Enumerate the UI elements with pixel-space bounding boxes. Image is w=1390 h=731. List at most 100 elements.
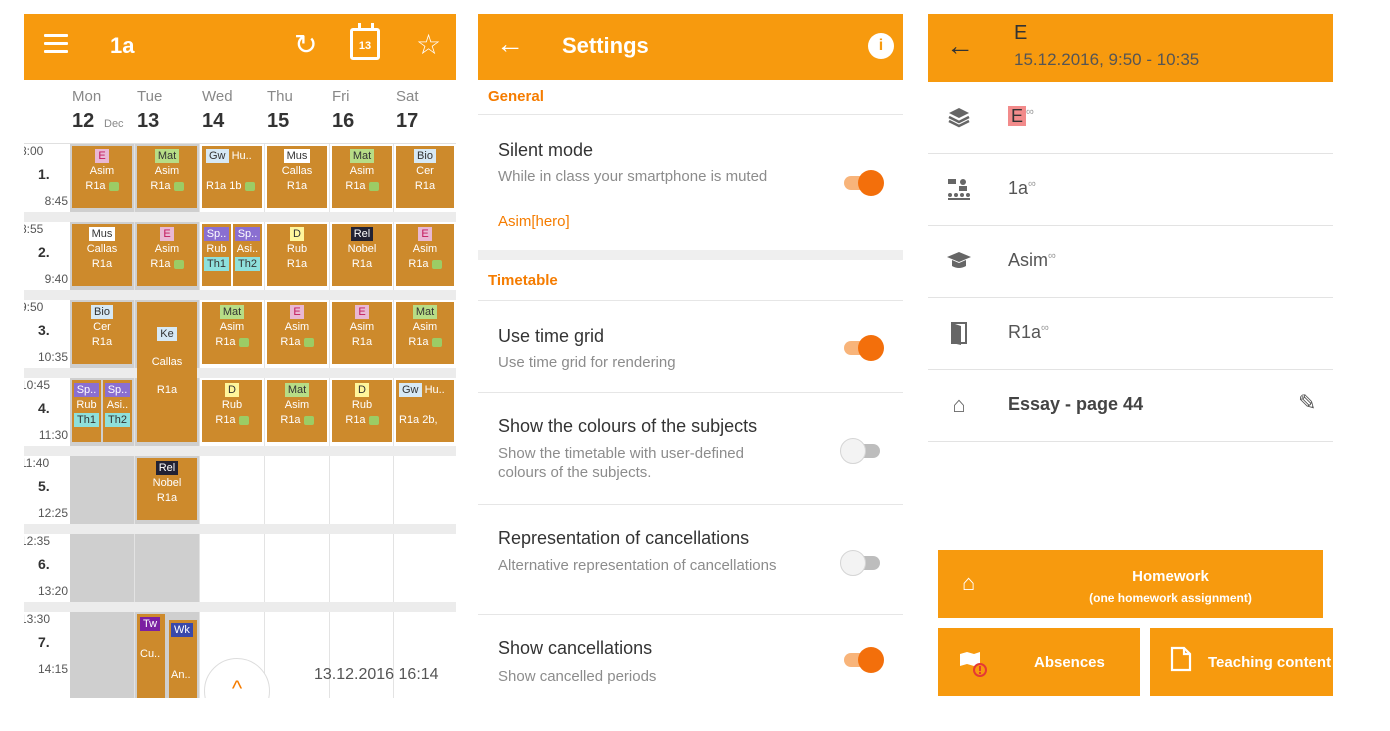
day-header-mon[interactable]: Mon 12 Dec [70,80,134,144]
lesson-cell[interactable]: D Rub R1a [332,380,392,442]
back-arrow-icon[interactable]: ← [946,30,974,62]
setting-title: Silent mode [498,140,594,160]
info-icon[interactable]: i [868,33,894,59]
time-grid-toggle[interactable] [840,335,886,361]
class-value: 1a∞ [1008,178,1036,199]
day-header-wed[interactable]: Wed 14 [200,80,264,144]
subject-tag: D [355,383,369,397]
day-header-tue[interactable]: Tue 13 [135,80,199,144]
lesson-room: R1a [345,414,366,426]
calendar-day: 13 [358,40,372,52]
lesson-cell[interactable]: Sp.. Rub Th1 [72,380,101,442]
break-row [24,602,456,612]
lesson-cell[interactable]: E Asim R1a [332,302,392,364]
detail-row-class[interactable]: 1a∞ [928,154,1333,226]
absences-button[interactable]: Absences [938,628,1140,696]
period-end: 9:40 [44,272,68,286]
lesson-cell[interactable]: E Asim R1a [267,302,327,364]
lesson-teacher: Cer [416,165,434,177]
subject-value: E ∞ [1008,106,1034,127]
home-icon: ⌂ [952,392,966,417]
day-header-fri[interactable]: Fri 16 [330,80,394,144]
timetable-grid: 8:00 1. 8:45 8:55 2. 9:40 9:50 3. 10:35 … [24,144,456,698]
lesson-cell[interactable]: Mat Asim R1a [332,146,392,208]
menu-icon[interactable] [44,34,68,58]
homework-button[interactable]: ⌂ Homework (one homework assignment) [938,550,1323,618]
lesson-teacher: An.. [171,669,191,681]
lesson-room: R1a [91,258,113,270]
page-title: Settings [562,33,649,58]
day-header-thu[interactable]: Thu 15 [265,80,329,144]
subject-tag: Rel [350,227,374,241]
class-title[interactable]: 1a [110,33,134,59]
lesson-detail-screen: ← E 15.12.2016, 9:50 - 10:35 E ∞ 1a∞ Asim… [928,14,1333,698]
break-row [24,524,456,534]
lesson-cell[interactable]: E Asim R1a [396,224,454,286]
lesson-cell[interactable]: Mus Callas R1a [72,224,132,286]
teaching-content-button[interactable]: Teaching content [1150,628,1333,696]
lesson-cell[interactable]: Mat Asim R1a [267,380,327,442]
lesson-cell[interactable]: Gw Hu.. R1a 2b, [396,380,454,442]
subject-colours-toggle[interactable] [840,438,886,464]
lesson-cell[interactable]: Tw Cu.. [137,614,165,698]
lesson-cell[interactable]: Rel Nobel R1a [332,224,392,286]
star-icon[interactable]: ☆ [416,28,441,61]
lesson-cell[interactable]: Sp.. Rub Th1 [202,224,231,286]
lesson-cell[interactable]: Ke Callas R1a [137,302,197,442]
edit-pencil-icon[interactable]: ✎ [1298,390,1316,416]
settings-screen: ← Settings i General Silent mode While i… [478,14,903,698]
detail-row-room[interactable]: R1a∞ [928,298,1333,370]
period-end: 10:35 [37,350,68,364]
refresh-icon[interactable]: ↻ [294,28,317,61]
lesson-room: R1a [408,258,429,270]
detail-row-homework[interactable]: ⌂ Essay - page 44 ✎ [928,370,1333,442]
lesson-room: R1a [286,258,308,270]
absences-button-label: Absences [1034,654,1105,671]
day-date: 15 [267,110,290,132]
day-name: Wed [202,88,233,105]
cancellation-representation-toggle[interactable] [840,550,886,576]
calendar-icon[interactable]: 13 [350,23,380,60]
teacher-value: Asim∞ [1008,250,1056,271]
lesson-cell[interactable]: Mat Asim R1a [137,146,197,208]
lesson-cell[interactable]: D Rub R1a [202,380,262,442]
period-number: 1. [38,166,50,182]
class-group-icon [946,176,972,202]
lesson-cell[interactable]: Bio Cer R1a [72,302,132,364]
graduation-cap-icon [946,248,972,274]
back-arrow-icon[interactable]: ← [496,28,524,60]
grid-line [264,144,265,698]
lesson-cell[interactable]: Bio Cer R1a [396,146,454,208]
lesson-teacher: Asim [219,321,245,333]
day-date: 16 [332,110,355,132]
lesson-cell[interactable]: E Asim R1a [137,224,197,286]
lesson-cell[interactable]: Mus Callas R1a [267,146,327,208]
subject-tag: Bio [414,149,436,163]
lesson-cell[interactable]: Sp.. Asi.. Th2 [233,224,262,286]
show-cancellations-toggle[interactable] [840,647,886,673]
day-header-sat[interactable]: Sat 17 [394,80,456,144]
lesson-cell[interactable]: Mat Asim R1a [396,302,454,364]
lesson-cell[interactable]: Rel Nobel R1a [137,458,197,520]
period-number: 7. [38,634,50,650]
homework-icon [431,337,442,347]
lesson-room: R1a [414,180,436,192]
subject-tag: E [355,305,369,319]
silent-mode-toggle[interactable] [840,170,886,196]
lesson-cell[interactable]: Mat Asim R1a [202,302,262,364]
lesson-cell[interactable]: Sp.. Asi.. Th2 [103,380,132,442]
homework-icon [431,259,442,269]
lesson-cell[interactable]: D Rub R1a [267,224,327,286]
homework-icon [303,337,314,347]
lesson-cell[interactable]: E Asim R1a [72,146,132,208]
detail-row-subject[interactable]: E ∞ [928,82,1333,154]
lesson-cell[interactable]: Wk An.. [169,620,197,698]
period-start: 12:35 [24,534,51,548]
lesson-teacher: Asim [284,399,310,411]
grid-line [134,144,135,698]
period-number: 5. [38,478,50,494]
lesson-teacher: Callas [151,356,183,368]
lesson-cell[interactable]: Gw Hu.. R1a 1b [202,146,262,208]
detail-row-teacher[interactable]: Asim∞ [928,226,1333,298]
divider [478,114,903,115]
